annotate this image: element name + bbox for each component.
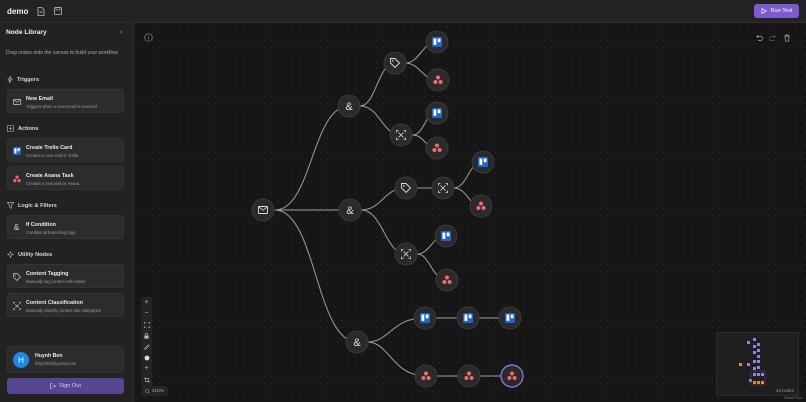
circle-icon — [144, 355, 149, 360]
theme-button[interactable] — [141, 352, 152, 363]
undo-icon[interactable] — [755, 34, 763, 42]
lock-icon — [144, 332, 149, 339]
redo-icon[interactable] — [769, 34, 777, 42]
trello-card-node — [425, 30, 449, 54]
asana-task-node — [425, 136, 449, 160]
trello-icon — [420, 313, 430, 323]
pencil-icon — [143, 343, 150, 350]
trello-card-node — [425, 101, 449, 125]
ampersand-icon: & — [346, 205, 354, 217]
trello-card-node — [413, 306, 437, 330]
zoom-indicator: 115% — [141, 386, 168, 396]
if-condition-node: & — [338, 198, 362, 222]
if-condition-node: & — [337, 94, 361, 118]
asana-task-node — [457, 364, 481, 388]
react-flow-attribution[interactable]: React Flow — [784, 396, 802, 400]
info-icon[interactable] — [144, 33, 153, 42]
lock-button[interactable] — [141, 330, 152, 341]
trello-icon — [478, 157, 488, 167]
trello-card-node — [434, 224, 458, 248]
zoom-out-button[interactable]: − — [141, 308, 152, 319]
magnifier-icon — [145, 388, 150, 394]
trello-icon — [441, 231, 451, 241]
asana-task-node — [469, 194, 493, 218]
add-node-button[interactable]: + — [141, 363, 152, 374]
edit-button[interactable] — [141, 341, 152, 352]
asana-task-node — [426, 68, 450, 92]
trello-icon — [432, 37, 442, 47]
trello-card-node — [456, 306, 480, 330]
ampersand-icon: & — [345, 101, 353, 113]
trello-card-node — [498, 306, 522, 330]
asana-task-node — [414, 364, 438, 388]
fit-view-icon — [143, 321, 150, 328]
trash-icon[interactable] — [783, 34, 791, 42]
workflow-graph: & & & — [251, 30, 524, 388]
node-count: 23 nodes — [776, 388, 795, 393]
email-node — [251, 198, 275, 222]
ampersand-icon: & — [353, 337, 361, 349]
if-condition-node: & — [345, 330, 369, 354]
trello-icon — [463, 313, 473, 323]
minimap[interactable] — [716, 332, 799, 396]
asana-task-node — [435, 268, 459, 292]
asana-task-node-selected — [500, 364, 524, 388]
trello-icon — [432, 108, 442, 118]
content-classification-node — [431, 176, 455, 200]
canvas-controls: + − + — [141, 297, 152, 387]
content-classification-node — [389, 123, 413, 147]
edge — [274, 209, 358, 343]
trello-card-node — [471, 150, 495, 174]
content-classification-node — [394, 242, 418, 266]
zoom-level: 115% — [152, 388, 164, 394]
edge — [274, 105, 350, 211]
content-tagging-node — [394, 176, 418, 200]
content-tagging-node — [383, 51, 407, 75]
crop-icon — [143, 376, 150, 383]
screenshot-button[interactable] — [141, 374, 152, 385]
fit-view-button[interactable] — [141, 319, 152, 330]
trello-icon — [505, 313, 515, 323]
zoom-in-button[interactable]: + — [141, 297, 152, 308]
